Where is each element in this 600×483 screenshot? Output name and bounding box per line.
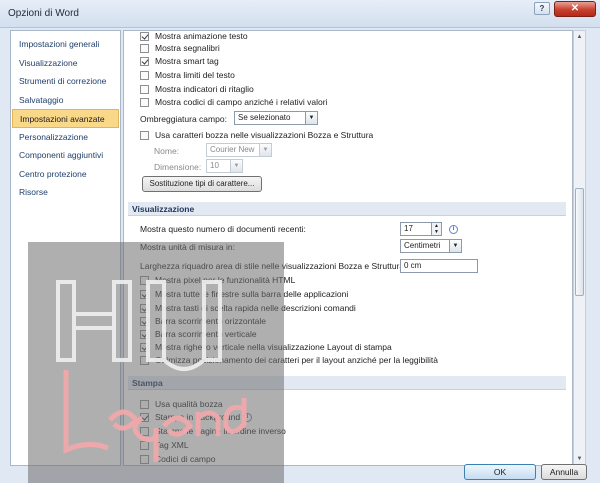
option-print-field-codes[interactable]: Codici di campo xyxy=(140,453,215,465)
chevron-down-icon: ▼ xyxy=(305,112,317,124)
cancel-button[interactable]: Annulla xyxy=(541,464,587,480)
content-scrollbar[interactable]: ▲ ▼ xyxy=(573,30,586,466)
field-shading-label: Ombreggiatura campo: xyxy=(140,114,227,124)
option-draft-quality[interactable]: Usa qualità bozza xyxy=(140,398,223,410)
sidebar-item-save[interactable]: Salvataggio xyxy=(11,91,120,110)
font-name-label: Nome: xyxy=(154,146,180,156)
option-show-bookmarks[interactable]: Mostra segnalibri xyxy=(140,42,220,54)
close-button[interactable]: ✕ xyxy=(554,1,596,17)
option-horizontal-scrollbar[interactable]: Barra scorrimento orizzontale xyxy=(140,315,266,327)
info-icon: i xyxy=(243,412,253,422)
checkbox[interactable] xyxy=(140,56,149,66)
option-show-smart-tags[interactable]: Mostra smart tag xyxy=(140,55,219,67)
sidebar-item-general[interactable]: Impostazioni generali xyxy=(11,35,120,54)
checkbox[interactable] xyxy=(140,329,149,339)
option-show-text-animation[interactable]: Mostra animazione testo xyxy=(140,31,248,42)
sidebar-item-resources[interactable]: Risorse xyxy=(11,183,120,202)
chevron-down-icon: ▼ xyxy=(230,160,242,172)
spinner-arrows-icon[interactable]: ▲ ▼ xyxy=(431,223,441,235)
option-show-windows-taskbar[interactable]: Mostra tutte le finestre sulla barra del… xyxy=(140,288,348,300)
title-bar: Opzioni di Word ? ✕ xyxy=(0,0,600,28)
sidebar-item-trust-center[interactable]: Centro protezione xyxy=(11,165,120,184)
checkbox[interactable] xyxy=(140,43,149,53)
scroll-up-arrow-icon[interactable]: ▲ xyxy=(574,31,585,43)
help-icon[interactable]: ? xyxy=(534,2,550,15)
option-background-printing[interactable]: Stampa in background i xyxy=(140,411,253,423)
chevron-down-icon: ▼ xyxy=(259,144,271,156)
option-reverse-print-order[interactable]: Stampa le pagine in ordine inverso xyxy=(140,425,286,437)
checkbox[interactable] xyxy=(140,440,149,450)
window-title: Opzioni di Word xyxy=(8,8,79,19)
option-optimize-char-positioning[interactable]: Ottimizza posizionamento dei caratteri p… xyxy=(140,354,438,366)
option-show-shortcut-keys[interactable]: Mostra tasti di scelta rapida nelle desc… xyxy=(140,302,356,314)
sidebar-item-advanced[interactable]: Impostazioni avanzate xyxy=(12,109,119,128)
info-icon: i xyxy=(449,225,458,234)
advanced-options-panel: Mostra animazione testo Mostra segnalibr… xyxy=(123,30,573,466)
checkbox[interactable] xyxy=(140,130,149,140)
checkbox[interactable] xyxy=(140,70,149,80)
font-size-label: Dimensione: xyxy=(154,162,202,172)
option-show-field-codes[interactable]: Mostra codici di campo anziché i relativ… xyxy=(140,96,327,108)
units-label: Mostra unità di misura in: xyxy=(140,242,235,252)
checkbox[interactable] xyxy=(140,412,149,422)
scroll-thumb[interactable] xyxy=(575,188,584,296)
option-vertical-scrollbar[interactable]: Barra scorrimento verticale xyxy=(140,328,257,340)
ok-button[interactable]: OK xyxy=(464,464,536,480)
checkbox[interactable] xyxy=(140,289,149,299)
sidebar-item-display[interactable]: Visualizzazione xyxy=(11,54,120,73)
recent-docs-spinner[interactable]: 17 ▲ ▼ xyxy=(400,222,442,236)
option-show-text-boundaries[interactable]: Mostra limiti del testo xyxy=(140,69,235,81)
units-select[interactable]: Centimetri ▼ xyxy=(400,239,462,253)
field-shading-select[interactable]: Se selezionato ▼ xyxy=(234,111,318,125)
font-substitution-button[interactable]: Sostituzione tipi di carattere... xyxy=(142,176,262,192)
section-header-display: Visualizzazione xyxy=(128,202,566,216)
sidebar-item-customize[interactable]: Personalizzazione xyxy=(11,128,120,147)
section-header-print: Stampa xyxy=(128,376,566,390)
font-size-select[interactable]: 10 ▼ xyxy=(206,159,243,173)
checkbox[interactable] xyxy=(140,31,149,41)
checkbox[interactable] xyxy=(140,355,149,365)
recent-docs-label: Mostra questo numero di documenti recent… xyxy=(140,224,306,234)
option-vertical-ruler[interactable]: Mostra righello verticale nella visualiz… xyxy=(140,341,392,353)
checkbox[interactable] xyxy=(140,454,149,464)
style-area-width-input[interactable]: 0 cm xyxy=(400,259,478,273)
checkbox[interactable] xyxy=(140,84,149,94)
sidebar-item-proofing[interactable]: Strumenti di correzione xyxy=(11,72,120,91)
chevron-down-icon: ▼ xyxy=(449,240,461,252)
sidebar-item-add-ins[interactable]: Componenti aggiuntivi xyxy=(11,146,120,165)
checkbox[interactable] xyxy=(140,275,149,285)
options-sidebar: Impostazioni generali Visualizzazione St… xyxy=(10,30,121,466)
style-area-width-label: Larghezza riquadro area di stile nelle v… xyxy=(140,261,407,271)
checkbox[interactable] xyxy=(140,97,149,107)
font-name-select[interactable]: Courier New ▼ xyxy=(206,143,272,157)
checkbox[interactable] xyxy=(140,316,149,326)
option-show-pixels-html[interactable]: Mostra pixel per le funzionalità HTML xyxy=(140,274,295,286)
checkbox[interactable] xyxy=(140,399,149,409)
checkbox[interactable] xyxy=(140,303,149,313)
option-print-xml-tags[interactable]: Tag XML xyxy=(140,439,189,451)
option-show-crop-marks[interactable]: Mostra indicatori di ritaglio xyxy=(140,83,254,95)
checkbox[interactable] xyxy=(140,342,149,352)
checkbox[interactable] xyxy=(140,426,149,436)
option-draft-font[interactable]: Usa caratteri bozza nelle visualizzazion… xyxy=(140,129,373,141)
